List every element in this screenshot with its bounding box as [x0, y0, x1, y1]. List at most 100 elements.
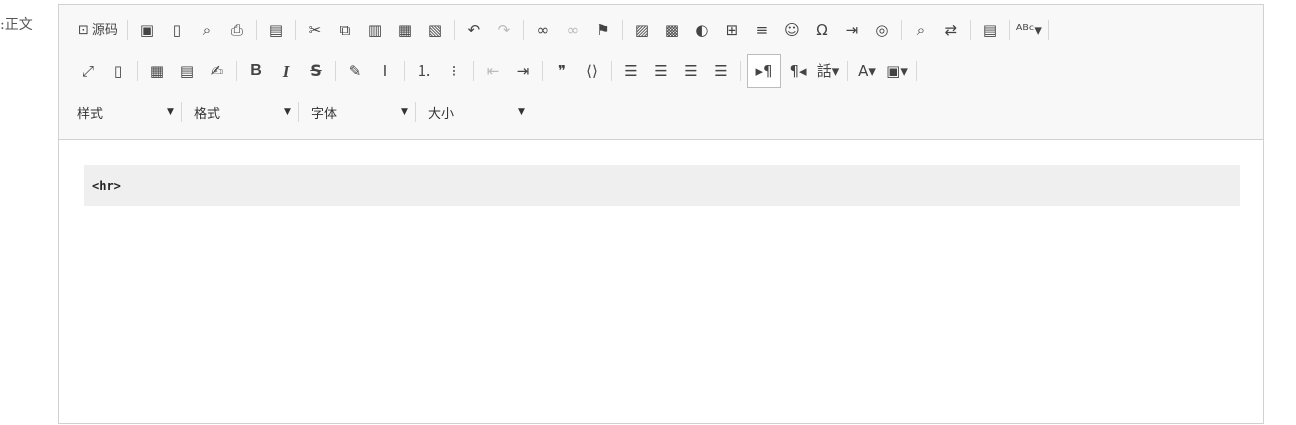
format-combo[interactable]: 格式 ▼ — [194, 99, 294, 125]
paste-button[interactable]: ▥ — [362, 17, 388, 43]
styles-combo[interactable]: 样式 ▼ — [77, 99, 177, 125]
film-icon: ▤ — [179, 61, 195, 80]
copy-button[interactable]: ⧉ — [332, 17, 358, 43]
div-button[interactable]: ⟨⟩ — [579, 58, 605, 84]
paste-text-button[interactable]: ▦ — [392, 17, 418, 43]
align-justify-button[interactable]: ☰ — [708, 58, 734, 84]
page-break-button[interactable]: ⇥ — [839, 17, 865, 43]
anchor-button[interactable]: ⚑ — [590, 17, 616, 43]
link-icon: ∞ — [536, 20, 550, 39]
bold-button[interactable]: B — [243, 58, 269, 84]
undo-button[interactable]: ↶ — [461, 17, 487, 43]
find-button[interactable]: ⌕ — [908, 17, 934, 43]
copy-icon: ⧉ — [339, 20, 351, 39]
toolbar-separator — [900, 20, 902, 40]
unlink-button[interactable]: ∞ — [560, 17, 586, 43]
bg-color-icon: ▣▾ — [886, 61, 908, 80]
toolbar-separator — [181, 102, 182, 122]
bulleted-list-icon: ⁝ — [451, 61, 457, 80]
code-text: <hr> — [92, 178, 121, 193]
preview-button[interactable]: ⌕ — [194, 17, 220, 43]
text-color-icon: A▾ — [858, 61, 876, 80]
special-char-button[interactable]: Ω — [809, 17, 835, 43]
size-combo-label: 大小 — [428, 106, 455, 122]
save-button[interactable]: ▣ — [134, 17, 160, 43]
source-button[interactable]: ⊡ 源码 — [75, 17, 121, 43]
show-blocks-button[interactable]: ▯ — [105, 58, 131, 84]
smiley-button[interactable]: ☺ — [779, 17, 805, 43]
film-button[interactable]: ▤ — [174, 58, 200, 84]
clapperboard-icon: ▦ — [149, 61, 165, 80]
rtl-button[interactable]: ¶◂ — [785, 58, 811, 84]
horizontal-rule-button[interactable]: ≡ — [749, 17, 775, 43]
paste-icon: ▥ — [367, 20, 383, 39]
new-page-button[interactable]: ▯ — [164, 17, 190, 43]
div-icon: ⟨⟩ — [586, 61, 598, 80]
chevron-down-icon: ▼ — [167, 107, 174, 117]
globe-button[interactable]: ◎ — [869, 17, 895, 43]
smiley-icon: ☺ — [784, 20, 800, 39]
maximize-button[interactable]: ⤢ — [75, 58, 101, 84]
toolbar-separator — [473, 61, 474, 81]
styles-combo-label: 样式 — [77, 106, 104, 122]
align-right-button[interactable]: ☰ — [678, 58, 704, 84]
language-button[interactable]: 話▾ — [815, 58, 841, 84]
toolbar-separator — [415, 102, 416, 122]
table-button[interactable]: ⊞ — [719, 17, 745, 43]
code-block[interactable]: <hr> — [84, 165, 1240, 206]
editor-content-area[interactable]: <hr> — [59, 140, 1263, 425]
numbered-list-icon: ⒈ — [416, 61, 432, 80]
bulleted-list-button[interactable]: ⁝ — [441, 58, 467, 84]
strike-button[interactable]: S — [303, 58, 329, 84]
align-left-button[interactable]: ☰ — [618, 58, 644, 84]
toolbar-row-3: 样式 ▼ 格式 ▼ 字体 ▼ 大小 ▼ — [77, 99, 528, 125]
toolbar-separator — [255, 20, 257, 40]
flash-icon: ▩ — [664, 20, 680, 39]
source-label: 源码 — [91, 22, 118, 38]
quote-icon: ❞ — [557, 61, 567, 80]
toolbar-separator — [1008, 20, 1010, 40]
paste-word-button[interactable]: ▧ — [422, 17, 448, 43]
align-justify-icon: ☰ — [714, 61, 728, 80]
replace-button[interactable]: ⇄ — [938, 17, 964, 43]
image-button[interactable]: ▨ — [629, 17, 655, 43]
blockquote-button[interactable]: ❞ — [549, 58, 575, 84]
redo-icon: ↷ — [497, 20, 511, 39]
redo-button[interactable]: ↷ — [491, 17, 517, 43]
video-button[interactable]: ▦ — [144, 58, 170, 84]
text-color-button[interactable]: A▾ — [854, 58, 880, 84]
toolbar-separator — [916, 61, 917, 81]
select-all-button[interactable]: ▤ — [977, 17, 1003, 43]
font-combo[interactable]: 字体 ▼ — [311, 99, 411, 125]
templates-button[interactable]: ▤ — [263, 17, 289, 43]
remove-format-icon: Ⅰ — [382, 61, 388, 80]
align-center-button[interactable]: ☰ — [648, 58, 674, 84]
italic-button[interactable]: I — [273, 58, 299, 84]
flag-icon: ⚑ — [596, 20, 610, 39]
ltr-button[interactable]: ▸¶ — [747, 54, 781, 88]
cut-button[interactable]: ✂ — [302, 17, 328, 43]
toolbar-separator — [126, 20, 128, 40]
spellcheck-button[interactable]: ᴬᴮᶜ▾ — [1016, 17, 1042, 43]
show-blocks-icon: ▯ — [113, 61, 123, 80]
outdent-button[interactable]: ⇤ — [480, 58, 506, 84]
bg-color-button[interactable]: ▣▾ — [884, 58, 910, 84]
numbered-list-button[interactable]: ⒈ — [411, 58, 437, 84]
globe-icon: ◎ — [875, 20, 889, 39]
indent-button[interactable]: ⇥ — [510, 58, 536, 84]
toolbar-separator — [298, 102, 299, 122]
chevron-down-icon: ▼ — [518, 107, 525, 117]
link-button[interactable]: ∞ — [530, 17, 556, 43]
iframe-button[interactable]: ◐ — [689, 17, 715, 43]
copy-format-button[interactable]: ✎ — [342, 58, 368, 84]
toolbar-separator — [1047, 20, 1049, 40]
toolbar-separator — [522, 20, 524, 40]
paste-text-icon: ▦ — [397, 20, 413, 39]
remove-format-button[interactable]: Ⅰ — [372, 58, 398, 84]
size-combo[interactable]: 大小 ▼ — [428, 99, 528, 125]
preview-icon: ⌕ — [202, 20, 212, 39]
print-button[interactable]: ⎙ — [224, 17, 250, 43]
flash-button[interactable]: ▩ — [659, 17, 685, 43]
signature-button[interactable]: ✍ — [204, 58, 230, 84]
toolbar-separator — [236, 61, 237, 81]
